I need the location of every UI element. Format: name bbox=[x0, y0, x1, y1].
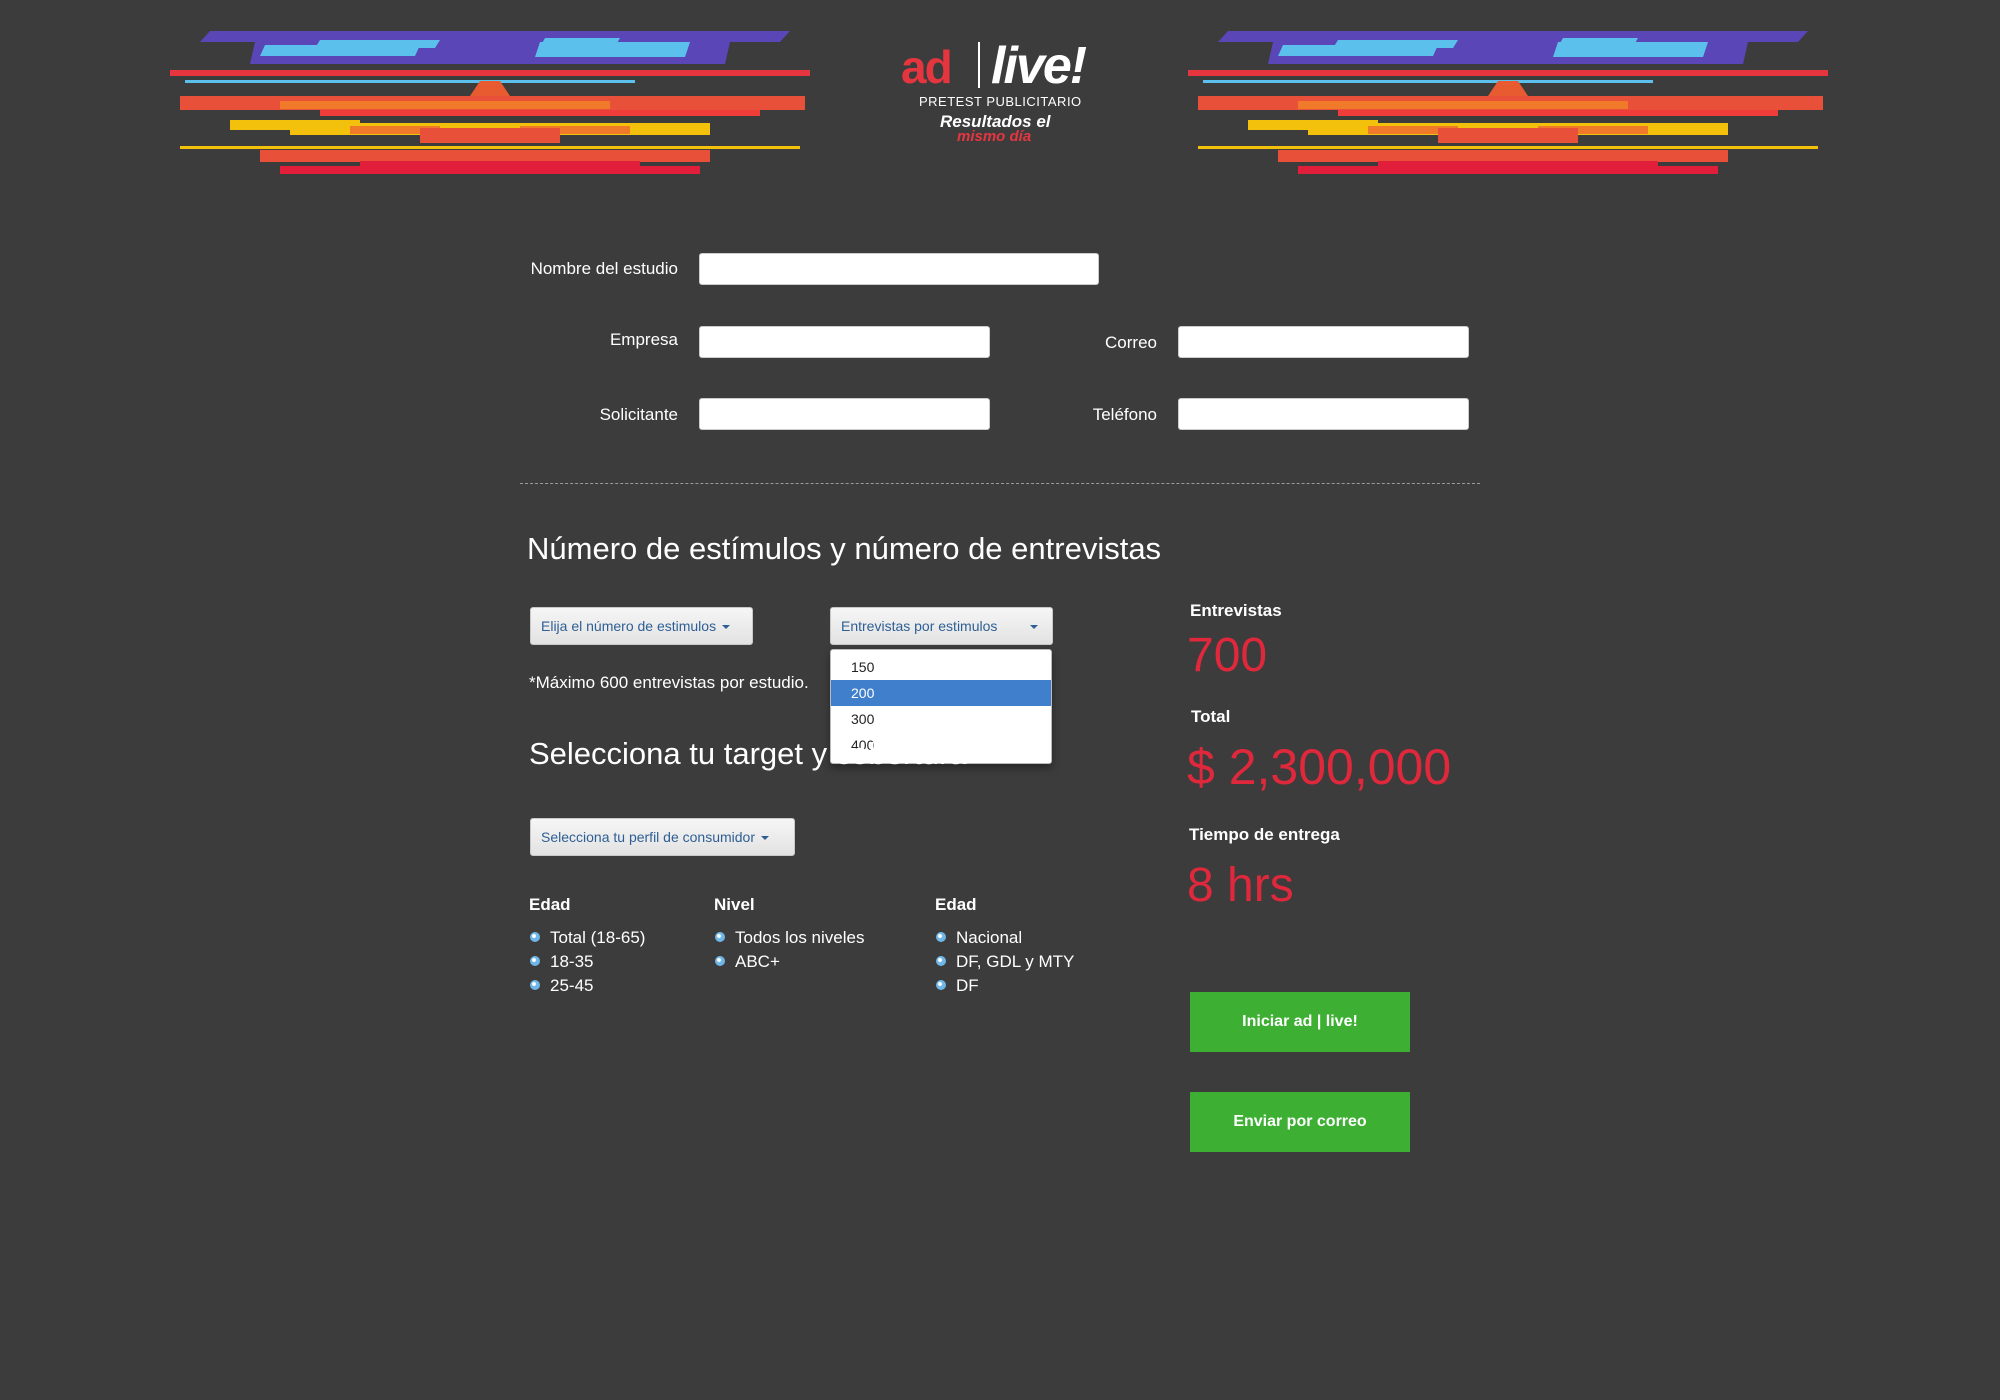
section-divider bbox=[520, 483, 1480, 484]
nombre-estudio-label: Nombre del estudio bbox=[530, 259, 678, 278]
nombre-estudio-input[interactable] bbox=[699, 253, 1099, 285]
radio-icon bbox=[936, 956, 946, 966]
radio-icon bbox=[715, 932, 725, 942]
logo-ad-text: ad bbox=[901, 41, 953, 93]
logo-mismo-dia: mismo día bbox=[957, 128, 1032, 145]
entrevistas-dropdown-label: Entrevistas por estimulos bbox=[841, 618, 998, 634]
dropdown-option[interactable]: 150 bbox=[831, 654, 1051, 680]
nivel-title: Nivel bbox=[714, 895, 755, 914]
empresa-label: Empresa bbox=[609, 330, 678, 349]
radio-option[interactable]: 18-35 bbox=[530, 952, 593, 972]
header-stripes-right bbox=[1188, 31, 1828, 174]
radio-option[interactable]: Total (18-65) bbox=[530, 928, 645, 948]
empresa-input[interactable] bbox=[699, 326, 990, 358]
radio-icon bbox=[936, 932, 946, 942]
radio-icon bbox=[530, 980, 540, 990]
correo-input[interactable] bbox=[1178, 326, 1469, 358]
edad-title: Edad bbox=[529, 895, 571, 914]
tiempo-entrega-value: 8 hrs bbox=[1187, 859, 1294, 912]
telefono-label: Teléfono bbox=[1092, 405, 1157, 424]
radio-icon bbox=[530, 956, 540, 966]
solicitante-label: Solicitante bbox=[599, 405, 678, 424]
adlive-logo: ad live! PRETEST PUBLICITARIO Resultados… bbox=[895, 36, 1205, 156]
dropdown-option-selected[interactable]: 200 bbox=[831, 680, 1051, 706]
tiempo-entrega-label: Tiempo de entrega bbox=[1189, 825, 1340, 844]
entrevistas-value: 700 bbox=[1187, 629, 1268, 682]
radio-icon bbox=[936, 980, 946, 990]
radio-icon bbox=[530, 932, 540, 942]
max-entrevistas-note: *Máximo 600 entrevistas por estudio. bbox=[529, 673, 809, 692]
entrevistas-dropdown[interactable]: Entrevistas por estimulos bbox=[830, 607, 1053, 645]
logo-tagline: PRETEST PUBLICITARIO bbox=[919, 94, 1082, 109]
perfil-dropdown-label: Selecciona tu perfil de consumidor bbox=[541, 829, 756, 845]
radio-option[interactable]: ABC+ bbox=[715, 952, 780, 972]
target-heading: Selecciona tu target y cobertura bbox=[529, 736, 967, 771]
estimulos-dropdown[interactable]: Elija el número de estimulos bbox=[530, 607, 753, 645]
solicitante-input[interactable] bbox=[699, 398, 990, 430]
caret-down-icon bbox=[1030, 625, 1038, 629]
radio-icon bbox=[715, 956, 725, 966]
logo-live-text: live! bbox=[991, 37, 1087, 95]
correo-label: Correo bbox=[1105, 333, 1157, 352]
perfil-dropdown[interactable]: Selecciona tu perfil de consumidor bbox=[530, 818, 795, 856]
logo-divider bbox=[978, 42, 980, 88]
caret-down-icon bbox=[722, 625, 731, 630]
estimulos-heading: Número de estímulos y número de entrevis… bbox=[527, 531, 1162, 566]
dropdown-option[interactable]: 300 bbox=[831, 706, 1051, 732]
radio-option[interactable]: Todos los niveles bbox=[715, 928, 864, 948]
radio-option[interactable]: DF, GDL y MTY bbox=[936, 952, 1074, 972]
total-label: Total bbox=[1191, 707, 1231, 726]
estimulos-dropdown-label: Elija el número de estimulos bbox=[541, 618, 717, 634]
header-stripes-left bbox=[170, 31, 810, 174]
radio-option[interactable]: 25-45 bbox=[530, 976, 593, 996]
radio-option[interactable]: DF bbox=[936, 976, 979, 996]
enviar-correo-button[interactable]: Enviar por correo bbox=[1190, 1092, 1410, 1152]
caret-down-icon bbox=[761, 836, 770, 841]
telefono-input[interactable] bbox=[1178, 398, 1469, 430]
cobertura-title: Edad bbox=[935, 895, 977, 914]
iniciar-adlive-button[interactable]: Iniciar ad | live! bbox=[1190, 992, 1410, 1052]
total-value: $ 2,300,000 bbox=[1187, 739, 1452, 795]
entrevistas-label: Entrevistas bbox=[1190, 601, 1282, 620]
radio-option[interactable]: Nacional bbox=[936, 928, 1022, 948]
